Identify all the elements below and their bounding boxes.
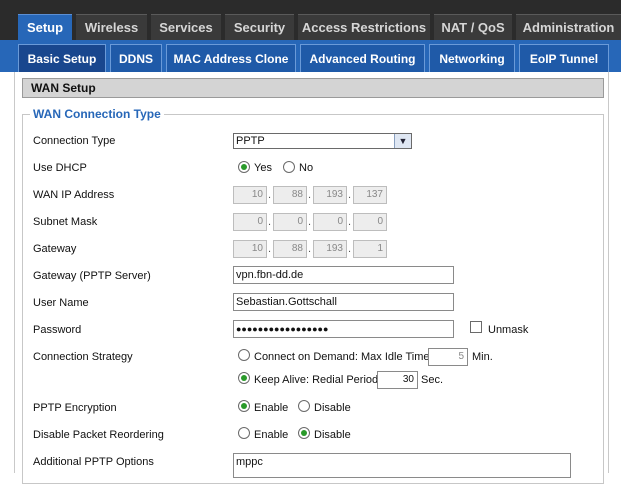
pptp-server-label: Gateway (PPTP Server) xyxy=(33,270,151,282)
tab-administration[interactable]: Administration xyxy=(516,14,621,40)
chevron-down-icon[interactable]: ▼ xyxy=(394,134,411,148)
additional-options-textarea[interactable]: mppc xyxy=(233,453,571,478)
password-input[interactable]: ●●●●●●●●●●●●●●●●● xyxy=(233,320,454,338)
reordering-disable-label: Disable xyxy=(314,429,351,441)
ip-separator: . xyxy=(308,189,312,201)
idle-time-unit: Min. xyxy=(472,351,493,363)
keep-alive-radio[interactable] xyxy=(238,372,250,384)
sub-navigation: Basic Setup DDNS MAC Address Clone Advan… xyxy=(0,40,621,72)
gateway-octet-3: 193 xyxy=(313,240,347,258)
user-name-label: User Name xyxy=(33,297,89,309)
encryption-disable-radio[interactable] xyxy=(298,400,310,412)
gateway-octet-4: 1 xyxy=(353,240,387,258)
encryption-disable-label: Disable xyxy=(314,402,351,414)
connection-strategy-label: Connection Strategy xyxy=(33,351,133,363)
unmask-checkbox[interactable] xyxy=(470,321,482,333)
dhcp-yes-radio[interactable] xyxy=(238,161,250,173)
wan-ip-octet-4: 137 xyxy=(353,186,387,204)
wan-ip-octet-3: 193 xyxy=(313,186,347,204)
reordering-disable-radio[interactable] xyxy=(298,427,310,439)
on-demand-radio[interactable] xyxy=(238,349,250,361)
packet-reordering-label: Disable Packet Reordering xyxy=(33,429,164,441)
subtab-basic-setup[interactable]: Basic Setup xyxy=(18,44,106,72)
gateway-label: Gateway xyxy=(33,243,77,255)
subtab-advanced-routing[interactable]: Advanced Routing xyxy=(300,44,425,72)
connection-type-select[interactable]: PPTP ▼ xyxy=(233,133,412,149)
ip-separator: . xyxy=(348,216,352,228)
wan-ip-octet-1: 10 xyxy=(233,186,267,204)
tab-access-restrictions[interactable]: Access Restrictions xyxy=(298,14,430,40)
redial-period-unit: Sec. xyxy=(421,374,444,386)
use-dhcp-label: Use DHCP xyxy=(33,162,87,174)
redial-period-input[interactable]: 30 xyxy=(377,371,418,389)
subnet-octet-3: 0 xyxy=(313,213,347,231)
subtab-ddns[interactable]: DDNS xyxy=(110,44,162,72)
subnet-octet-1: 0 xyxy=(233,213,267,231)
encryption-enable-label: Enable xyxy=(254,402,289,414)
subnet-octet-2: 0 xyxy=(273,213,307,231)
keep-alive-label: Keep Alive: Redial Period xyxy=(254,374,379,386)
dhcp-yes-label: Yes xyxy=(254,162,272,174)
subnet-octet-4: 0 xyxy=(353,213,387,231)
gateway-octet-2: 88 xyxy=(273,240,307,258)
connection-type-value: PPTP xyxy=(236,135,265,147)
ip-separator: . xyxy=(268,243,272,255)
ip-separator: . xyxy=(308,216,312,228)
fieldset-legend: WAN Connection Type xyxy=(30,107,164,121)
tab-setup[interactable]: Setup xyxy=(18,14,72,40)
reordering-enable-radio[interactable] xyxy=(238,427,250,439)
wan-ip-label: WAN IP Address xyxy=(33,189,115,201)
idle-time-input: 5 xyxy=(428,348,468,366)
ip-separator: . xyxy=(348,189,352,201)
tab-security[interactable]: Security xyxy=(225,14,294,40)
additional-options-label: Additional PPTP Options xyxy=(33,456,154,468)
ip-separator: . xyxy=(268,189,272,201)
tab-wireless[interactable]: Wireless xyxy=(76,14,147,40)
on-demand-label: Connect on Demand: Max Idle Time xyxy=(254,351,430,363)
tab-services[interactable]: Services xyxy=(151,14,221,40)
ip-separator: . xyxy=(308,243,312,255)
encryption-enable-radio[interactable] xyxy=(238,400,250,412)
dhcp-no-radio[interactable] xyxy=(283,161,295,173)
section-title: WAN Setup xyxy=(22,78,604,98)
user-name-input[interactable]: Sebastian.Gottschall xyxy=(233,293,454,311)
password-label: Password xyxy=(33,324,82,336)
tab-nat-qos[interactable]: NAT / QoS xyxy=(434,14,512,40)
subtab-eoip-tunnel[interactable]: EoIP Tunnel xyxy=(519,44,609,72)
unmask-label: Unmask xyxy=(488,324,529,336)
subtab-networking[interactable]: Networking xyxy=(429,44,515,72)
reordering-enable-label: Enable xyxy=(254,429,289,441)
ip-separator: . xyxy=(268,216,272,228)
top-navigation: Setup Wireless Services Security Access … xyxy=(0,0,621,40)
subnet-mask-label: Subnet Mask xyxy=(33,216,98,228)
ip-separator: . xyxy=(348,243,352,255)
pptp-encryption-label: PPTP Encryption xyxy=(33,402,117,414)
gateway-octet-1: 10 xyxy=(233,240,267,258)
subtab-mac-address-clone[interactable]: MAC Address Clone xyxy=(166,44,296,72)
connection-type-label: Connection Type xyxy=(33,135,116,147)
pptp-server-input[interactable]: vpn.fbn-dd.de xyxy=(233,266,454,284)
wan-ip-octet-2: 88 xyxy=(273,186,307,204)
dhcp-no-label: No xyxy=(299,162,314,174)
